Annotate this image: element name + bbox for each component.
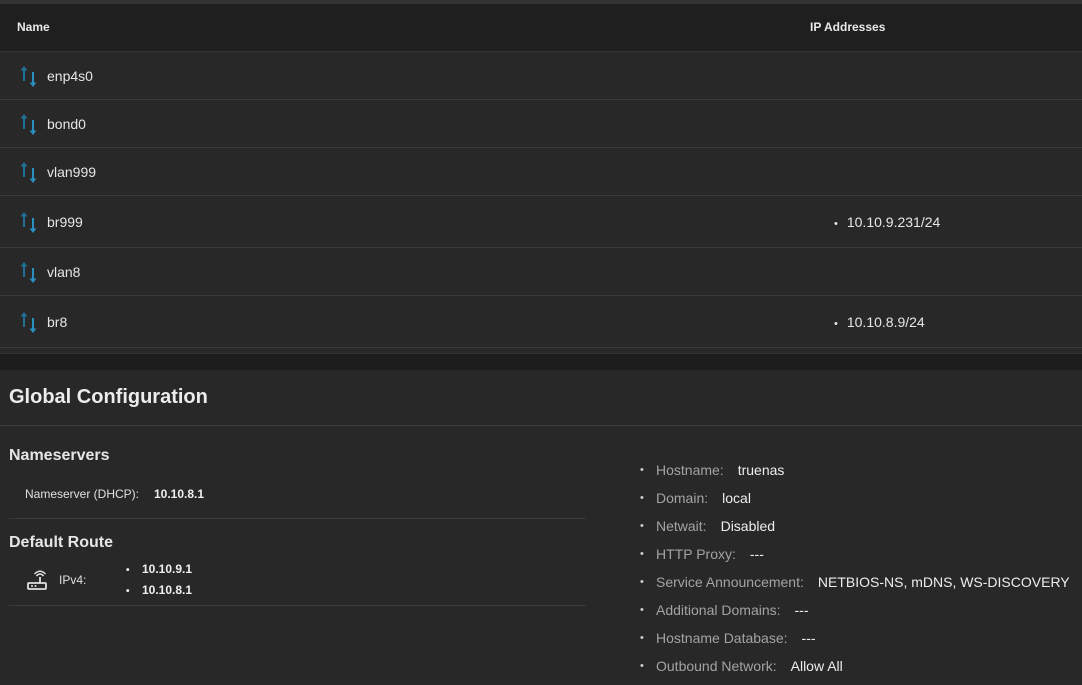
- table-row[interactable]: bond0: [0, 100, 1082, 148]
- list-item: Hostname Database: ---: [640, 629, 1070, 657]
- interface-name: bond0: [47, 115, 86, 132]
- setting-key: Hostname Database:: [656, 630, 788, 646]
- interface-name: enp4s0: [47, 67, 93, 84]
- interface-ip-address: 10.10.8.9/24: [834, 313, 925, 333]
- column-header-name[interactable]: Name: [17, 20, 50, 34]
- table-row[interactable]: enp4s0: [0, 52, 1082, 100]
- interface-ip-address: 10.10.9.231/24: [834, 213, 940, 233]
- table-row[interactable]: vlan999: [0, 148, 1082, 196]
- setting-key: Additional Domains:: [656, 602, 781, 618]
- default-route-title: Default Route: [9, 534, 113, 551]
- list-item: 10.10.8.1: [126, 583, 192, 604]
- table-row[interactable]: vlan8: [0, 248, 1082, 296]
- nameservers-title: Nameservers: [9, 447, 110, 464]
- setting-value: ---: [801, 630, 816, 646]
- interface-name: vlan8: [47, 263, 81, 280]
- divider: [0, 425, 1082, 426]
- list-item: Domain: local: [640, 489, 1070, 517]
- setting-key: Service Announcement:: [656, 574, 804, 590]
- default-route-list: 10.10.9.1 10.10.8.1: [126, 562, 192, 604]
- interface-name: br999: [47, 213, 83, 230]
- swap-vertical-icon: [20, 261, 37, 283]
- swap-vertical-icon: [20, 65, 37, 87]
- setting-value: local: [722, 490, 751, 506]
- nameserver-value: 10.10.8.1: [154, 487, 205, 501]
- interface-name: br8: [47, 313, 68, 330]
- list-item: Service Announcement: NETBIOS-NS, mDNS, W…: [640, 573, 1070, 601]
- global-configuration-title: Global Configuration: [9, 386, 208, 408]
- column-header-ip-addresses[interactable]: IP Addresses: [810, 20, 885, 34]
- router-icon: [27, 570, 47, 590]
- interfaces-table: Name IP Addresses enp4s0 bond0 vlan999 b…: [0, 4, 1082, 348]
- setting-value: Disabled: [720, 518, 776, 534]
- setting-key: HTTP Proxy:: [656, 546, 736, 562]
- list-item: Hostname: truenas: [640, 461, 1070, 489]
- list-item: 10.10.9.1: [126, 562, 192, 583]
- global-settings-list: Hostname: truenas Domain: local Netwait: Di…: [640, 461, 1070, 685]
- list-item: Netwait: Disabled: [640, 517, 1070, 545]
- divider: [9, 605, 586, 606]
- ipv4-label: IPv4:: [59, 573, 87, 587]
- setting-key: Hostname:: [656, 462, 724, 478]
- setting-key: Netwait:: [656, 518, 707, 534]
- setting-key: Domain:: [656, 490, 709, 506]
- list-item: Outbound Network: Allow All: [640, 657, 1070, 685]
- setting-value: ---: [749, 546, 764, 562]
- setting-value: NETBIOS-NS, mDNS, WS-DISCOVERY: [817, 574, 1070, 590]
- setting-value: truenas: [737, 462, 785, 478]
- swap-vertical-icon: [20, 113, 37, 135]
- list-item: HTTP Proxy: ---: [640, 545, 1070, 573]
- table-row[interactable]: br8 10.10.8.9/24: [0, 296, 1082, 348]
- swap-vertical-icon: [20, 211, 37, 233]
- setting-value: Allow All: [790, 658, 843, 674]
- setting-value: ---: [794, 602, 809, 618]
- section-separator: [0, 353, 1082, 370]
- setting-key: Outbound Network:: [656, 658, 777, 674]
- table-row[interactable]: br999 10.10.9.231/24: [0, 196, 1082, 248]
- nameserver-row: Nameserver (DHCP): 10.10.8.1: [25, 487, 204, 501]
- list-item: Additional Domains: ---: [640, 601, 1070, 629]
- table-header: Name IP Addresses: [0, 4, 1082, 52]
- swap-vertical-icon: [20, 161, 37, 183]
- divider: [9, 518, 586, 519]
- interface-name: vlan999: [47, 163, 97, 180]
- swap-vertical-icon: [20, 311, 37, 333]
- nameserver-label: Nameserver (DHCP):: [25, 487, 140, 501]
